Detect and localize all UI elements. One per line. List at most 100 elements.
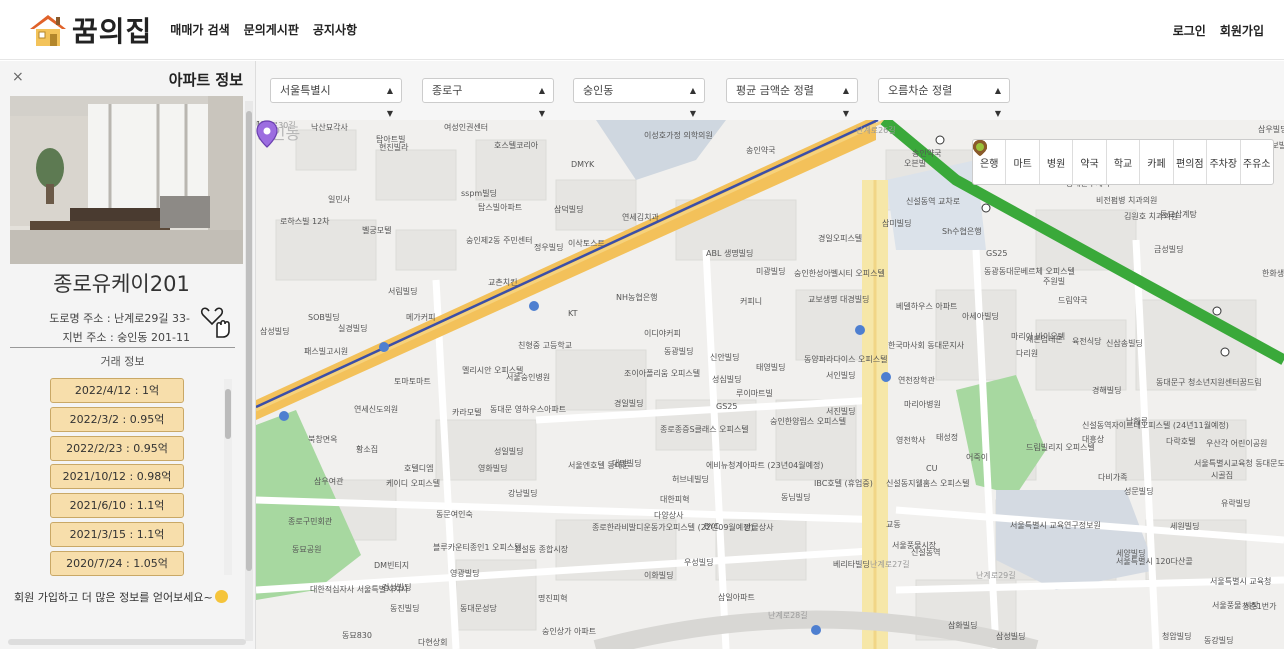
map-label: 서울특별시 120다산콜 bbox=[1116, 557, 1193, 566]
category-label: 은행 bbox=[980, 158, 999, 170]
map-label: 북창면옥 bbox=[308, 435, 338, 444]
map-label: 연세김치과 bbox=[622, 213, 659, 222]
map-label: 한화생명보험 신설동지점 bbox=[1262, 269, 1284, 278]
map-label: 신설동역 bbox=[911, 548, 941, 557]
panel-horizontal-scrollbar[interactable] bbox=[8, 639, 246, 645]
map-label: 다비가족 bbox=[1098, 473, 1128, 482]
order-sort-value: 오름차순 정렬 bbox=[888, 84, 953, 97]
map-label: 숭인한성아벨시티 오피스텔 bbox=[794, 269, 885, 278]
deal-item[interactable]: 2021/3/15 : 1.1억 bbox=[50, 521, 184, 547]
map-marker-icon[interactable] bbox=[256, 120, 278, 148]
deal-item[interactable]: 2022/4/12 : 1억 bbox=[50, 378, 184, 403]
dong-select-value: 숭인동 bbox=[583, 84, 614, 97]
city-select[interactable]: 서울특별시 ▲ ▼ bbox=[270, 78, 402, 118]
map-label: 성일빌딩 bbox=[494, 447, 524, 456]
map-label: 베델하우스 아파트 bbox=[896, 302, 958, 311]
map-label: 다현상회 bbox=[418, 638, 448, 647]
category-cafe[interactable]: 카페 bbox=[973, 140, 1174, 184]
category-convenience-store[interactable]: 편의점 bbox=[973, 140, 1208, 184]
deal-item[interactable]: 2022/3/2 : 0.95억 bbox=[50, 406, 184, 432]
category-mart[interactable]: 마트 bbox=[973, 140, 1040, 184]
panel-scrollbar[interactable] bbox=[245, 101, 253, 641]
map-label: 신안빌딩 bbox=[710, 353, 740, 362]
address-block: 도로명 주소 : 난계로29길 33- 지번 주소 : 숭인동 201-11 bbox=[10, 309, 190, 347]
map-label: 난계로29길 bbox=[976, 571, 1016, 580]
map-label: 실경빌딩 bbox=[338, 324, 368, 333]
login-link[interactable]: 로그인 bbox=[1173, 22, 1206, 39]
filter-bar: 서울특별시 ▲ ▼ 종로구 ▲ ▼ 숭인동 ▲ ▼ 평균 금액순 정렬 ▲ ▼ 오름차순 정렬 ▲… bbox=[256, 61, 1284, 120]
gas-station-pin-icon bbox=[973, 140, 987, 156]
logo-text: 꿈의집 bbox=[72, 14, 153, 48]
map-label: CU bbox=[926, 464, 938, 473]
nav-inquiry-board[interactable]: 문의게시판 bbox=[244, 21, 299, 38]
map-label: NH농협은행 bbox=[616, 293, 658, 302]
map-label: 삼성빌딩 bbox=[996, 632, 1026, 641]
map-label: 주원빌 bbox=[1043, 277, 1066, 286]
deal-item[interactable]: 2022/2/23 : 0.95억 bbox=[50, 435, 184, 461]
order-sort-select[interactable]: 오름차순 정렬 ▲ ▼ bbox=[878, 78, 1010, 118]
smile-emoji-icon bbox=[214, 590, 228, 603]
category-school[interactable]: 학교 bbox=[973, 140, 1141, 184]
map-label: 난계로28길 bbox=[768, 611, 808, 620]
map-label: 동양파라다이스 오피스텔 bbox=[804, 355, 888, 364]
heart-hand-icon[interactable] bbox=[199, 303, 237, 339]
map-label: 교동 bbox=[886, 520, 901, 529]
map-label: 다리원 bbox=[1016, 349, 1039, 358]
nav-price-search[interactable]: 매매가 검색 bbox=[170, 21, 229, 38]
deal-list-scrollbar[interactable] bbox=[224, 379, 232, 575]
signup-link[interactable]: 회원가입 bbox=[1220, 22, 1264, 39]
map-label: 한국마사회 동대문지사 bbox=[888, 341, 965, 350]
map-label: 어죽이 bbox=[966, 453, 989, 462]
map-label: 블루카운티종인1 오피스텔 bbox=[433, 543, 522, 552]
panel-scrollbar-thumb[interactable] bbox=[246, 111, 252, 571]
price-sort-value: 평균 금액순 정렬 bbox=[736, 84, 814, 97]
map-label: 조이아폴리움 오피스텔 bbox=[624, 369, 701, 378]
map-label: 카라모텔 bbox=[452, 408, 482, 417]
category-gas-station[interactable]: 주유소 bbox=[973, 140, 1273, 184]
map-view[interactable]: 낙산묘각사 여성인권센터 탑아트빌 현진빌라 일민사 로하스빌 12차 이성호가정 의학의원… bbox=[256, 120, 1284, 649]
map-label: 현진빌라 bbox=[379, 143, 409, 152]
category-parking[interactable]: 주차장 bbox=[973, 140, 1241, 184]
nav-notice[interactable]: 공지사항 bbox=[313, 21, 357, 38]
deal-item[interactable]: 2021/6/10 : 1.1억 bbox=[50, 493, 184, 519]
price-sort-select[interactable]: 평균 금액순 정렬 ▲ ▼ bbox=[726, 78, 858, 118]
map-label: 미광빌딩 bbox=[756, 267, 786, 276]
select-arrow-icon: ▲ ▼ bbox=[842, 86, 849, 118]
map-label: 영화빌딩 bbox=[478, 464, 508, 473]
panel-title: 아파트 정보 bbox=[168, 71, 243, 89]
map-label: 성문빌딩 bbox=[1124, 487, 1154, 496]
map-label: 태성정 bbox=[936, 433, 959, 442]
map-label: 삼우여관 bbox=[314, 477, 344, 486]
map-label: 오븐빌 bbox=[904, 159, 927, 168]
map-label: BYC bbox=[704, 522, 720, 531]
deal-item[interactable]: 2020/7/24 : 1.05억 bbox=[50, 550, 184, 576]
map-label: 커피니 bbox=[740, 297, 763, 306]
map-label: 동님빌딩 bbox=[781, 493, 811, 502]
category-hospital[interactable]: 병원 bbox=[973, 140, 1074, 184]
city-select-value: 서울특별시 bbox=[280, 84, 331, 97]
map-label: 루이마트빌 bbox=[736, 389, 773, 398]
district-select[interactable]: 종로구 ▲ ▼ bbox=[422, 78, 554, 118]
map-label: 다락호텔 bbox=[1166, 437, 1196, 446]
close-icon[interactable]: × bbox=[12, 69, 24, 85]
map-label: 청춘1번가 bbox=[1242, 602, 1277, 611]
category-pharmacy[interactable]: 약국 bbox=[973, 140, 1107, 184]
map-label: 난계로26길 bbox=[856, 126, 896, 135]
logo[interactable]: 꿈의집 bbox=[28, 10, 152, 50]
deal-item[interactable]: 2021/10/12 : 0.98억 bbox=[50, 464, 184, 490]
map-label: 드림빌리지 오피스텔 bbox=[1026, 443, 1095, 452]
map-label: 로하스빌 12차 bbox=[280, 217, 330, 226]
map-label: 드림약국 bbox=[1058, 296, 1088, 305]
map-label: 우성빌딩 bbox=[684, 558, 714, 567]
dong-select[interactable]: 숭인동 ▲ ▼ bbox=[573, 78, 705, 118]
house-logo-icon bbox=[30, 14, 66, 46]
map-label: 친형중 고등학교 bbox=[518, 341, 573, 350]
deal-list-scrollbar-thumb[interactable] bbox=[225, 389, 231, 439]
map-label: 여성인권센터 bbox=[444, 123, 489, 132]
select-arrow-icon: ▲ ▼ bbox=[386, 86, 393, 118]
map-label: 송인약국 bbox=[746, 146, 776, 155]
map-label: 유락빌딩 bbox=[1221, 499, 1251, 508]
map-label: 경일오피스텔 bbox=[818, 234, 863, 243]
map-label: 신설동역자이르네오피스텔 (24년11월예정) bbox=[1082, 421, 1229, 430]
road-address: 도로명 주소 : 난계로29길 33- bbox=[49, 312, 190, 325]
